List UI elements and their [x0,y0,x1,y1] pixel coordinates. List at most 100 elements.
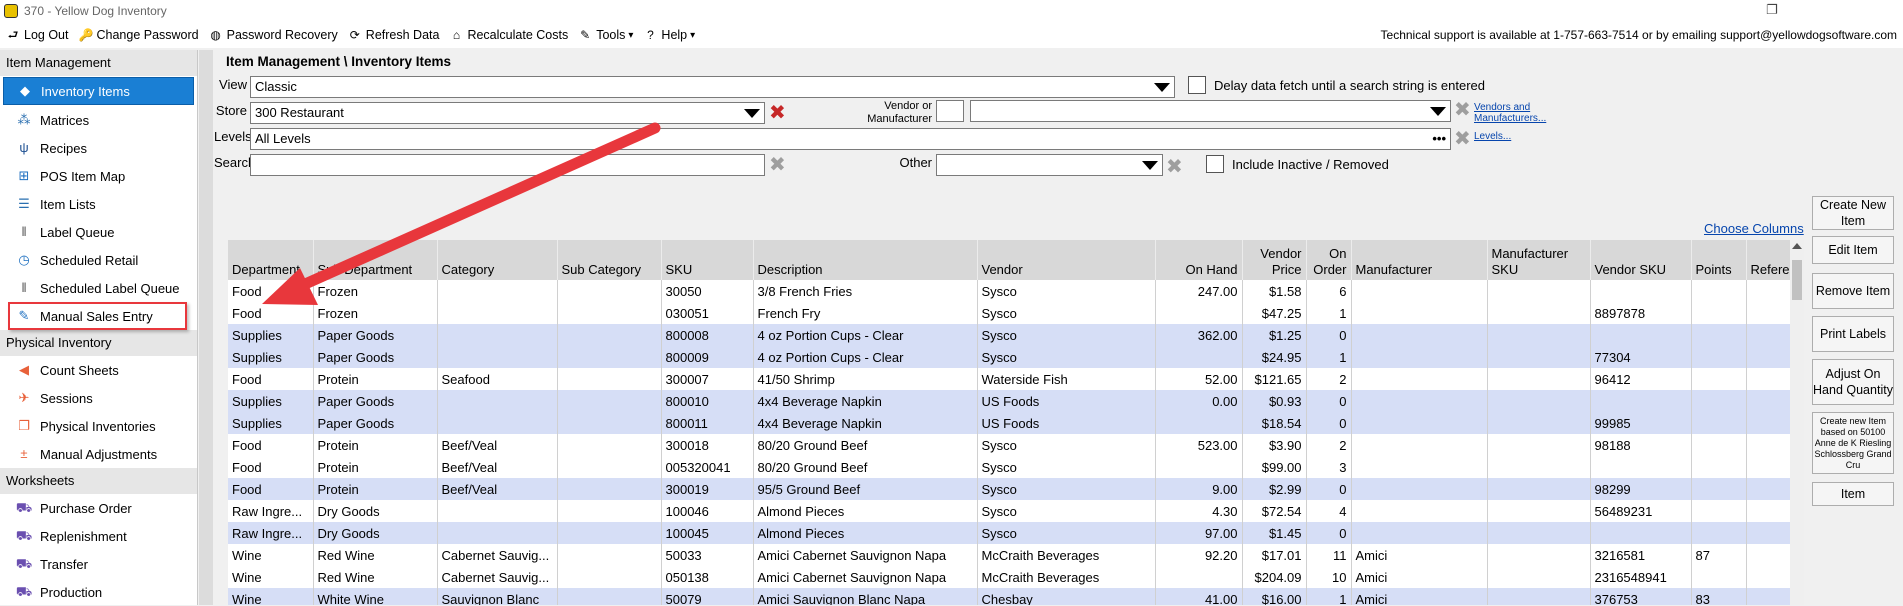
store-select[interactable]: 300 Restaurant [250,102,765,124]
store-value: 300 Restaurant [255,105,344,120]
sidebar-item-manual-sales-entry[interactable]: ✎ Manual Sales Entry [8,302,187,330]
restore-window-icon[interactable]: ❐ [1766,2,1778,18]
column-header-vendor[interactable]: Vendor [977,240,1156,280]
vendors-manufacturers-link[interactable]: Vendors and Manufacturers... [1474,102,1546,124]
menu-help[interactable]: ? Help ▾ [643,28,695,42]
column-header-description[interactable]: Description [753,240,978,280]
truck-icon: ⛟ [15,528,33,543]
checkbox-box[interactable] [1206,155,1224,173]
column-header-on-order[interactable]: On Order [1306,240,1352,280]
sidebar-item-label-queue[interactable]: ‖ Label Queue [0,218,197,246]
delay-fetch-checkbox[interactable]: Delay data fetch until a search string i… [1188,76,1485,94]
sidebar-item-physical-inventories[interactable]: ❐ Physical Inventories [0,412,197,440]
cell-sub-department: Protein [313,456,438,478]
column-header-vendor-price[interactable]: Vendor Price [1242,240,1307,280]
table-row[interactable]: Raw Ingre... Dry Goods 100046 Almond Pieces… [228,500,1791,522]
checkbox-box[interactable] [1188,76,1206,94]
column-header-manufacturer[interactable]: Manufacturer [1351,240,1488,280]
choose-columns-link[interactable]: Choose Columns [1704,221,1804,236]
column-header-category[interactable]: Category [437,240,558,280]
create-based-on-button[interactable]: Create new Item based on 50100 Anne de K… [1812,412,1894,474]
scroll-up-icon[interactable] [1792,243,1802,249]
column-header-vendor-sku[interactable]: Vendor SKU [1590,240,1692,280]
cell-sku: 300018 [661,434,754,456]
column-header-manufacturer-sku[interactable]: Manufacturer SKU [1487,240,1591,280]
clear-levels-icon[interactable]: ✖ [1454,129,1471,149]
table-row[interactable]: Food Protein Beef/Veal 300018 80/20 Ground B… [228,434,1791,456]
sidebar-item-transfer[interactable]: ⛟ Transfer [0,550,197,578]
adjust-on-hand-button[interactable]: Adjust On Hand Quantity [1812,359,1894,405]
view-select[interactable]: Classic [250,76,1175,98]
table-row[interactable]: Supplies Paper Goods 800011 4x4 Beverage Na… [228,412,1791,434]
sidebar-item-replenishment[interactable]: ⛟ Replenishment [0,522,197,550]
include-inactive-checkbox[interactable]: Include Inactive / Removed [1206,155,1389,173]
cell-on-hand: 247.00 [1155,280,1243,302]
clock-icon: ◷ [18,252,30,267]
search-input[interactable] [250,154,765,176]
menu-recalculate-costs[interactable]: ⌂ Recalculate Costs [449,28,568,42]
clear-store-icon[interactable]: ✖ [769,103,786,123]
sidebar-section-worksheets[interactable]: Worksheets [0,468,197,494]
menu-change-password[interactable]: 🔑 Change Password [78,28,198,42]
table-row[interactable]: Food Frozen 30050 3/8 French Fries Sysco 247.… [228,280,1791,302]
cell-description: French Fry [753,302,978,324]
sidebar-item-production[interactable]: ⛟ Production [0,578,197,606]
menu-refresh-data[interactable]: ⟳ Refresh Data [348,28,440,42]
ellipsis-icon[interactable]: ••• [1432,129,1446,149]
clear-vendor-icon[interactable]: ✖ [1454,100,1471,120]
table-row[interactable]: Food Protein Seafood 300007 41/50 Shrimp Wate… [228,368,1791,390]
create-new-item-button[interactable]: Create New Item [1812,196,1894,230]
clear-other-icon[interactable]: ✖ [1166,157,1183,177]
table-row[interactable]: Wine Red Wine Cabernet Sauvig... 050138 Amic… [228,566,1791,588]
clear-search-icon[interactable]: ✖ [769,155,786,175]
sidebar-item-pos-item-map[interactable]: ⊞ POS Item Map [0,162,197,190]
column-header-sku[interactable]: SKU [661,240,754,280]
column-header-reference[interactable]: Reference [1746,240,1804,280]
levels-link[interactable]: Levels... [1474,131,1511,142]
sidebar-section-physical-inventory[interactable]: Physical Inventory [0,330,197,356]
table-row[interactable]: Supplies Paper Goods 800008 4 oz Portion Cu… [228,324,1791,346]
sidebar-item-count-sheets[interactable]: ◀ Count Sheets [0,356,197,384]
table-row[interactable]: Supplies Paper Goods 800009 4 oz Portion Cu… [228,346,1791,368]
print-labels-button[interactable]: Print Labels [1812,316,1894,352]
vendor-select[interactable] [970,100,1451,122]
cell-manufacturer [1351,522,1488,544]
cell-manufacturer-sku [1487,280,1591,302]
sidebar-item-item-lists[interactable]: ☰ Item Lists [0,190,197,218]
column-header-sub-department[interactable]: Sub Department [313,240,438,280]
scroll-thumb[interactable] [1792,260,1802,300]
vendor-code-field[interactable] [936,100,964,122]
sidebar-item-scheduled-retail[interactable]: ◷ Scheduled Retail [0,246,197,274]
column-header-points[interactable]: Points [1691,240,1747,280]
table-row[interactable]: Food Frozen 030051 French Fry Sysco $47.25 1 88… [228,302,1791,324]
table-row[interactable]: Wine White Wine Sauvignon Blanc 50079 Amici … [228,588,1791,605]
edit-item-button[interactable]: Edit Item [1812,236,1894,264]
sidebar-section-item-management[interactable]: Item Management [0,50,197,76]
column-header-sub-category[interactable]: Sub Category [557,240,662,280]
levels-field[interactable]: All Levels ••• [250,128,1451,150]
cell-description: Amici Cabernet Sauvignon Napa [753,544,978,566]
table-row[interactable]: Wine Red Wine Cabernet Sauvig... 50033 Amici… [228,544,1791,566]
sidebar-item-purchase-order[interactable]: ⛟ Purchase Order [0,494,197,522]
column-header-on-hand[interactable]: On Hand [1155,240,1243,280]
item-button[interactable]: Item [1812,482,1894,506]
menu-password-recovery[interactable]: ◍ Password Recovery [209,28,337,42]
menu-tools[interactable]: ✎ Tools ▾ [578,28,633,42]
grid-scrollbar[interactable] [1790,240,1804,605]
sidebar-scrollbar[interactable] [199,50,213,605]
sidebar-item-sessions[interactable]: ✈ Sessions [0,384,197,412]
sidebar-item-inventory-items[interactable]: ◆ Inventory Items [3,77,194,105]
table-row[interactable]: Raw Ingre... Dry Goods 100045 Almond Pieces… [228,522,1791,544]
table-row[interactable]: Food Protein Beef/Veal 300019 95/5 Ground Be… [228,478,1791,500]
table-row[interactable]: Supplies Paper Goods 800010 4x4 Beverage Na… [228,390,1791,412]
remove-item-button[interactable]: Remove Item [1812,273,1894,309]
other-select[interactable] [936,154,1163,176]
column-header-department[interactable]: Department [228,240,314,280]
menu-log-out[interactable]: ⮐ Log Out [6,28,69,42]
table-row[interactable]: Food Protein Beef/Veal 005320041 80/20 Groun… [228,456,1791,478]
sidebar-item-manual-adjustments[interactable]: ± Manual Adjustments [0,440,197,468]
bank-icon: ⌂ [452,28,461,42]
sidebar-item-scheduled-label-queue[interactable]: ‖ Scheduled Label Queue [0,274,197,302]
sidebar-item-matrices[interactable]: ⁂ Matrices [0,106,197,134]
sidebar-item-recipes[interactable]: ψ Recipes [0,134,197,162]
